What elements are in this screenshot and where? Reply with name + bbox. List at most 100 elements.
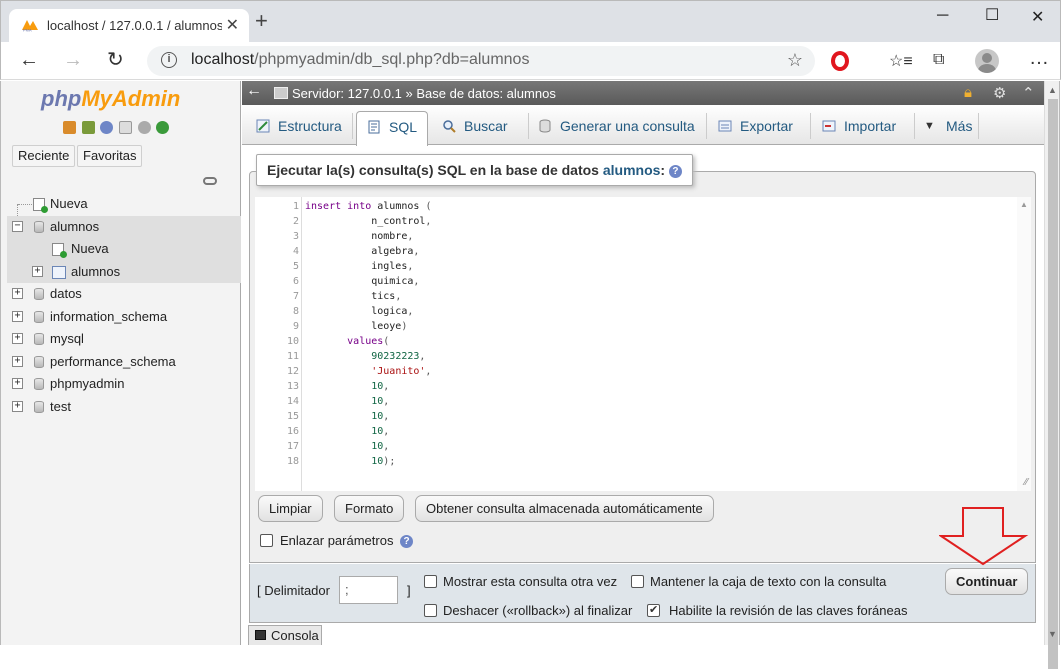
code-line[interactable]: 'Juanito',: [305, 366, 431, 377]
tree-item-performance-schema[interactable]: + performance_schema: [7, 351, 241, 374]
resize-handle-icon[interactable]: ⁄⁄: [1025, 477, 1028, 488]
code-line[interactable]: values(: [305, 336, 389, 347]
console-tab[interactable]: Consola: [248, 625, 322, 645]
link-icon[interactable]: [203, 177, 217, 185]
show-query-checkbox[interactable]: [424, 575, 437, 588]
code-line[interactable]: insert into alumnos (: [305, 201, 431, 212]
docs-icon[interactable]: [118, 121, 132, 134]
tree-item-phpmyadmin[interactable]: + phpmyadmin: [7, 373, 241, 396]
tree-item-mysql[interactable]: + mysql: [7, 328, 241, 351]
keep-box-checkbox[interactable]: [631, 575, 644, 588]
help-icon[interactable]: ?: [668, 164, 682, 178]
exit-icon[interactable]: [81, 121, 95, 134]
code-line[interactable]: logica,: [305, 306, 413, 317]
tab-importar[interactable]: Importar: [812, 111, 912, 145]
code-line[interactable]: n_control,: [305, 216, 431, 227]
settings-icon[interactable]: [137, 121, 151, 134]
tree-item-alumnos-new-table[interactable]: Nueva: [7, 238, 241, 261]
close-tab-icon[interactable]: ✕: [226, 15, 239, 35]
tab-buscar[interactable]: Buscar: [432, 111, 526, 145]
close-window-icon[interactable]: ✕: [1031, 7, 1044, 27]
expand-icon[interactable]: +: [12, 355, 23, 367]
code-line[interactable]: leoye): [305, 321, 407, 332]
address-bar[interactable]: i localhost/phpmyadmin/db_sql.php?db=alu…: [147, 46, 815, 76]
page-scrollbar[interactable]: ▲ ▼: [1044, 81, 1060, 669]
scrollbar-thumb[interactable]: [1048, 99, 1058, 669]
collapse-top-icon[interactable]: ⌃: [1022, 84, 1035, 102]
tab-exportar[interactable]: Exportar: [708, 111, 808, 145]
tree-item-alumnos-table[interactable]: + alumnos: [7, 260, 241, 283]
code-line[interactable]: 10,: [305, 411, 389, 422]
code-line[interactable]: 10,: [305, 396, 389, 407]
menu-icon[interactable]: …: [1029, 48, 1049, 68]
tab-generar-consulta[interactable]: Generar una consulta: [528, 111, 704, 145]
help-icon[interactable]: [100, 121, 114, 134]
expand-icon[interactable]: +: [12, 288, 23, 299]
code-line[interactable]: 10,: [305, 381, 389, 392]
info-icon[interactable]: i: [161, 52, 177, 68]
bind-params-checkbox[interactable]: [260, 534, 273, 547]
get-stored-query-button[interactable]: Obtener consulta almacenada automáticame…: [415, 495, 714, 522]
new-tab-icon[interactable]: +: [255, 10, 268, 32]
legend-db-link[interactable]: alumnos: [603, 162, 661, 178]
tree-item-alumnos[interactable]: − alumnos: [7, 215, 241, 238]
sql-icon: [368, 120, 380, 134]
code-line[interactable]: 10,: [305, 441, 389, 452]
code-line[interactable]: tics,: [305, 291, 401, 302]
favorites-icon[interactable]: ☆≡: [889, 51, 913, 71]
fk-check-checkbox[interactable]: [647, 603, 660, 617]
lock-icon[interactable]: 🔒︎: [964, 84, 972, 101]
scroll-down-icon[interactable]: ▼: [1048, 629, 1057, 639]
phpmyadmin-logo[interactable]: phpMyAdmin: [41, 86, 180, 112]
refresh-icon[interactable]: ↻: [107, 49, 124, 71]
maximize-icon[interactable]: ☐: [985, 5, 999, 25]
tree-item-datos[interactable]: + datos: [7, 283, 241, 306]
collapse-nav-icon[interactable]: ←: [246, 82, 262, 100]
avatar[interactable]: [975, 49, 999, 73]
delimiter-input[interactable]: ;: [339, 576, 398, 604]
format-button[interactable]: Formato: [334, 495, 405, 522]
home-icon[interactable]: [63, 121, 76, 134]
rollback-checkbox[interactable]: [424, 604, 437, 617]
opera-icon[interactable]: [831, 51, 849, 71]
sql-editor[interactable]: 1 2 3 4 5 6 7 8 9 10 11 12 13 14 15 16 17 18 insert into …: [255, 197, 1031, 491]
code-line[interactable]: 90232223,: [305, 351, 425, 362]
code-line[interactable]: ingles,: [305, 261, 413, 272]
collapse-icon[interactable]: −: [12, 220, 23, 232]
url-text[interactable]: localhost/phpmyadmin/db_sql.php?db=alumn…: [191, 51, 529, 69]
scroll-up-icon[interactable]: ▲: [1048, 85, 1057, 95]
reload-icon[interactable]: [156, 121, 170, 134]
back-icon[interactable]: ←: [19, 49, 39, 71]
line-number: 10: [286, 336, 299, 347]
recent-button[interactable]: Reciente: [12, 145, 76, 167]
expand-icon[interactable]: +: [12, 310, 23, 322]
code-line[interactable]: algebra,: [305, 246, 419, 257]
tree-item-information-schema[interactable]: + information_schema: [7, 306, 241, 329]
expand-icon[interactable]: +: [32, 265, 43, 277]
breadcrumb-server[interactable]: Servidor: 127.0.0.1: [292, 86, 402, 101]
code-line[interactable]: 10);: [305, 456, 395, 467]
code-line[interactable]: nombre,: [305, 231, 413, 242]
tree-item-new[interactable]: Nueva: [7, 193, 241, 216]
code-line[interactable]: quimica,: [305, 276, 419, 287]
breadcrumb-database[interactable]: Base de datos: alumnos: [416, 86, 555, 101]
collections-icon[interactable]: ⧉: [933, 51, 944, 69]
minimize-icon[interactable]: ─: [937, 7, 948, 25]
star-icon[interactable]: ☆: [787, 50, 803, 71]
tab-mas[interactable]: ▼ Más: [914, 111, 978, 145]
continue-button[interactable]: Continuar: [945, 568, 1029, 595]
expand-icon[interactable]: +: [12, 333, 23, 344]
expand-icon[interactable]: +: [12, 400, 23, 412]
help-icon[interactable]: ?: [400, 535, 413, 548]
favorites-button[interactable]: Favoritas: [77, 145, 143, 167]
forward-icon[interactable]: →: [63, 49, 83, 71]
editor-scrollbar[interactable]: ▲: [1017, 197, 1031, 491]
clear-button[interactable]: Limpiar: [258, 495, 323, 522]
code-line[interactable]: 10,: [305, 426, 389, 437]
tab-estructura[interactable]: Estructura: [246, 111, 350, 145]
browser-tab[interactable]: PMA localhost / 127.0.0.1 / alumnos | ph…: [9, 9, 249, 43]
expand-icon[interactable]: +: [12, 378, 23, 389]
tab-sql[interactable]: SQL: [356, 111, 428, 146]
gear-icon[interactable]: ⚙: [993, 84, 1006, 102]
tree-item-test[interactable]: + test: [7, 396, 241, 419]
